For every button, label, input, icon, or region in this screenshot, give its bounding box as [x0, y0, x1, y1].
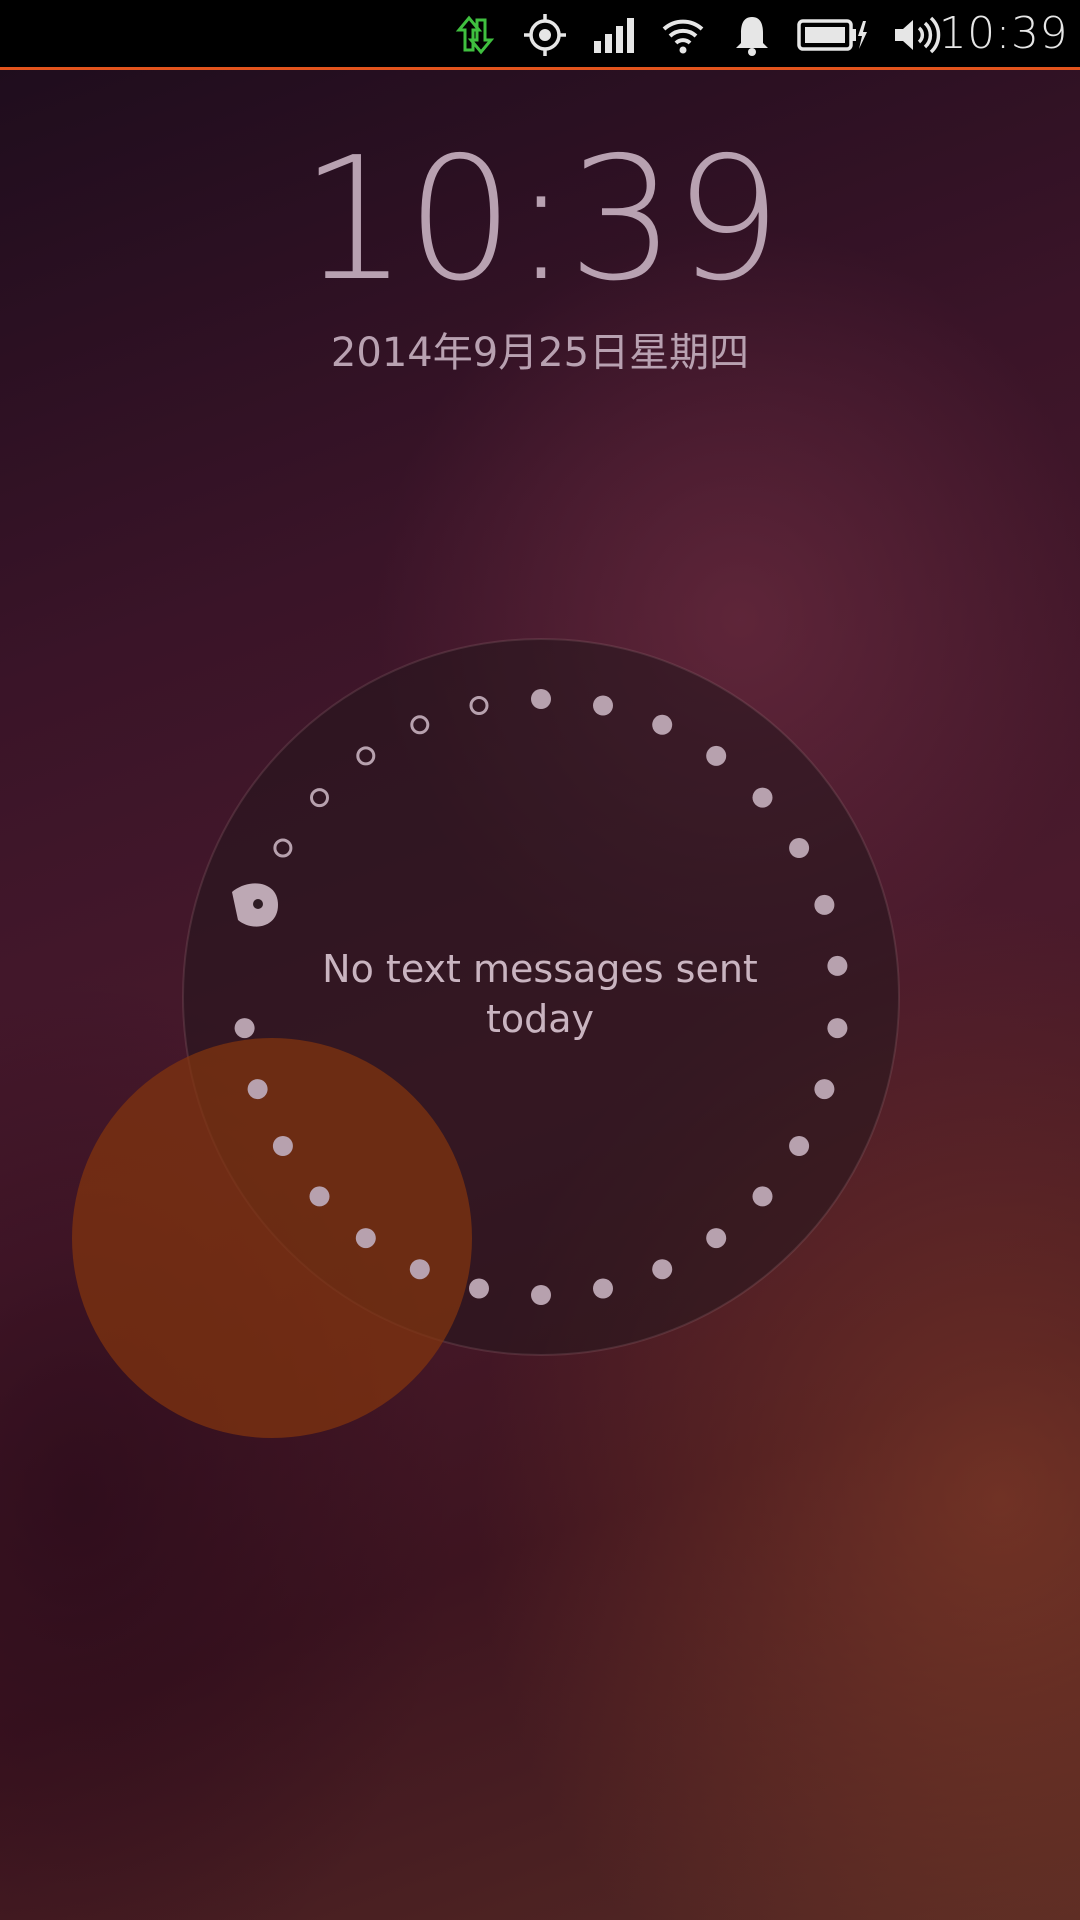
infographic-dot-filled — [409, 1259, 430, 1280]
infographic-message[interactable]: No text messages sent today — [290, 944, 790, 1044]
infographic-accent-circle — [72, 1038, 472, 1438]
infographic-dot-filled — [706, 1228, 727, 1249]
infographic-dot-filled — [827, 1018, 848, 1039]
infographic-dot-filled — [827, 955, 848, 976]
infographic-dot-filled — [652, 1259, 673, 1280]
infographic-dot-filled — [272, 1136, 293, 1156]
infographic-dot-filled — [469, 1278, 489, 1299]
infographic-dot-filled — [234, 1018, 255, 1039]
infographic-dot-filled — [355, 1228, 376, 1249]
infographic-dot-filled — [814, 894, 835, 915]
infographic-dot-filled — [531, 1285, 551, 1305]
infographic-dot-filled — [814, 1079, 835, 1100]
infographic-message-line-1: No text messages sent — [322, 947, 758, 991]
lockscreen[interactable]: 10:39 10:39 2014年9月25日星期四 No text messag… — [0, 0, 1080, 1920]
infographic-dot-filled — [309, 1186, 330, 1207]
infographic-dot-filled — [789, 838, 810, 858]
infographic-dot-filled — [752, 787, 773, 808]
infographic-dot-filled — [706, 745, 727, 766]
infographic-dot-filled — [593, 1278, 613, 1299]
infographic-dot-filled — [593, 695, 613, 716]
infographic-dot-filled — [789, 1136, 810, 1156]
infographic-dot-filled — [247, 1079, 268, 1100]
infographic-current-marker — [232, 883, 278, 927]
infographic-dot-filled — [531, 689, 551, 709]
infographic-dot-filled — [652, 714, 673, 735]
infographic-message-line-2: today — [485, 997, 595, 1041]
infographic-dot-filled — [752, 1186, 773, 1207]
